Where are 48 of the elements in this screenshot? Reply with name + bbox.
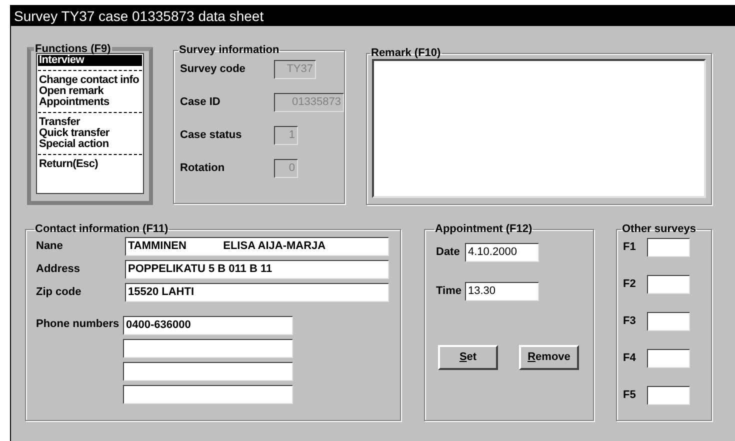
function-item[interactable]: Appointments: [38, 97, 142, 108]
function-item[interactable]: Transfer: [38, 117, 142, 128]
group-title: Remark (F10): [370, 47, 442, 59]
function-list[interactable]: Interview Change contact info Open remark Appointments Transfer Quick transfer Special action Return(Esc): [36, 53, 144, 194]
input-field[interactable]: 4.10.2000: [465, 243, 539, 262]
window-title: Survey TY37 case 01335873 data sheet: [14, 9, 264, 23]
function-item[interactable]: Special action: [38, 139, 142, 150]
group-title: Contact information (F11): [34, 223, 170, 235]
input-field[interactable]: [647, 312, 690, 331]
input-field[interactable]: 13.30: [465, 282, 539, 301]
input-field[interactable]: TAMMINEN ELISA AIJA-MARJA: [125, 237, 389, 256]
phone-field[interactable]: [123, 339, 293, 358]
input-field[interactable]: [647, 386, 690, 405]
function-item[interactable]: Open remark: [38, 86, 142, 97]
field-label: F5: [623, 388, 637, 404]
field-label: Phone numbers: [36, 317, 120, 332]
phone-field[interactable]: [123, 385, 293, 404]
function-item[interactable]: Change contact info: [38, 75, 142, 86]
field-label: F2: [623, 277, 637, 292]
input-field[interactable]: [647, 349, 690, 368]
field-label: F1: [623, 240, 637, 256]
group-title: Appointment (F12): [434, 223, 534, 235]
group-title: Functions (F9): [34, 43, 112, 55]
input-field[interactable]: [647, 238, 690, 257]
phone-field[interactable]: [123, 362, 293, 381]
field-label: Zip code: [36, 285, 82, 300]
group-title: Survey information: [178, 44, 280, 56]
field-label: Case status: [180, 128, 243, 144]
function-item[interactable]: Quick transfer: [38, 128, 142, 139]
input-field[interactable]: 15520 LAHTI: [125, 283, 389, 302]
field-label: Address: [36, 262, 82, 278]
field-label: Rotation: [180, 161, 226, 176]
function-item[interactable]: Return(Esc): [38, 159, 142, 170]
field-label: Survey code: [180, 62, 246, 78]
field-label: Date: [436, 245, 461, 260]
field-label: F4: [623, 351, 637, 366]
input-field[interactable]: [647, 275, 690, 294]
input-field[interactable]: POPPELIKATU 5 B 011 B 11: [125, 260, 389, 279]
remark-field[interactable]: [372, 59, 706, 198]
phone-field[interactable]: 0400-636000: [123, 316, 293, 335]
appointment-button[interactable]: Set: [438, 345, 498, 370]
field-label: Nane: [36, 239, 64, 254]
group-title: Other surveys: [621, 223, 697, 235]
field-label: Time: [436, 284, 462, 300]
function-item[interactable]: Interview: [38, 55, 142, 66]
field-label: F3: [623, 314, 637, 330]
appointment-button[interactable]: Remove: [519, 345, 579, 370]
field-label: Case ID: [180, 95, 222, 110]
